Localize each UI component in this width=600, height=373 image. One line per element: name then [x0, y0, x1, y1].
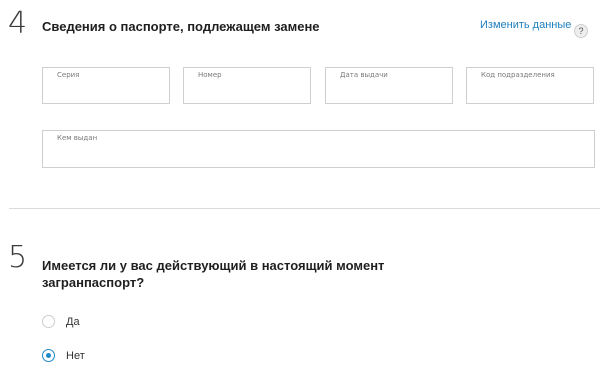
issue-date-label: Дата выдачи	[340, 71, 388, 79]
issue-date-input[interactable]	[338, 82, 440, 98]
number-field[interactable]: Номер	[183, 67, 311, 104]
change-data-link[interactable]: Изменить данные	[480, 19, 571, 31]
section-divider	[9, 208, 600, 209]
division-code-field[interactable]: Код подразделения	[466, 67, 594, 104]
step-number-4: 4	[8, 6, 28, 41]
option-no-label: Нет	[66, 349, 85, 362]
section-title-foreign-passport-question: Имеется ли у вас действующий в настоящий…	[42, 257, 384, 291]
option-yes-label: Да	[66, 315, 80, 328]
series-label: Серия	[57, 71, 80, 79]
issued-by-input[interactable]	[55, 145, 582, 161]
radio-checked-dot	[46, 353, 51, 358]
option-yes[interactable]: Да	[42, 315, 80, 328]
section-title-passport-details: Сведения о паспорте, подлежащем замене	[42, 19, 320, 34]
question-line-1: Имеется ли у вас действующий в настоящий…	[42, 258, 385, 273]
series-field[interactable]: Серия	[42, 67, 170, 104]
radio-yes[interactable]	[42, 315, 55, 328]
option-no[interactable]: Нет	[42, 349, 85, 362]
series-input[interactable]	[55, 82, 157, 98]
help-icon[interactable]: ?	[574, 24, 588, 38]
division-code-label: Код подразделения	[481, 71, 555, 79]
radio-no[interactable]	[42, 349, 55, 362]
number-input[interactable]	[196, 82, 298, 98]
issued-by-field[interactable]: Кем выдан	[42, 130, 595, 168]
division-code-input[interactable]	[479, 82, 581, 98]
question-line-2: загранпаспорт?	[42, 275, 145, 290]
issue-date-field[interactable]: Дата выдачи	[325, 67, 453, 104]
number-label: Номер	[198, 71, 222, 79]
step-number-5: 5	[8, 240, 28, 275]
issued-by-label: Кем выдан	[57, 134, 98, 142]
